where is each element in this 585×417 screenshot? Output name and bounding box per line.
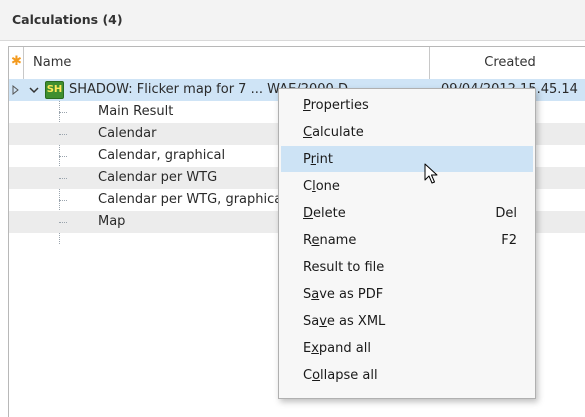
menu-item-label: Save as PDF (303, 287, 384, 302)
menu-item-print[interactable]: Print (281, 146, 533, 172)
grid-header: ✱ Name Created (9, 47, 585, 80)
tree-guide-line (59, 112, 67, 113)
menu-item-calculate[interactable]: Calculate (281, 119, 533, 145)
context-menu[interactable]: Properties Calculate Print Clone Delete … (278, 88, 536, 399)
menu-item-delete[interactable]: Delete Del (281, 200, 533, 226)
menu-item-label: Print (303, 152, 333, 167)
menu-item-label: Rename (303, 233, 357, 248)
menu-item-label: Delete (303, 206, 346, 221)
menu-item-label: Clone (303, 179, 340, 194)
menu-item-shortcut: F2 (501, 233, 517, 248)
menu-item-result-to-file[interactable]: Result to file (281, 254, 533, 280)
row-label: Calendar (98, 126, 157, 141)
panel-title: Calculations (4) (12, 12, 123, 27)
mouse-pointer-icon (424, 163, 438, 184)
menu-item-label: Save as XML (303, 314, 386, 329)
row-label: Main Result (98, 104, 174, 119)
row-label: Map (98, 214, 126, 229)
row-label: Calendar, graphical (98, 148, 226, 163)
column-header-name[interactable]: Name (33, 55, 71, 70)
tree-guide-line (59, 222, 67, 223)
menu-item-label: Result to file (303, 260, 385, 275)
row-label: Calendar per WTG (98, 170, 218, 185)
shadow-calculation-icon: SH (45, 81, 64, 99)
menu-item-properties[interactable]: Properties (281, 92, 533, 118)
tree-guide-line (59, 200, 67, 201)
menu-item-clone[interactable]: Clone (281, 173, 533, 199)
menu-item-label: Expand all (303, 341, 371, 356)
expand-arrow-icon[interactable] (11, 85, 21, 95)
tree-guide-line (59, 178, 67, 179)
tree-guide-line (59, 134, 67, 135)
column-divider (23, 47, 24, 79)
menu-item-label: Properties (303, 98, 369, 113)
menu-item-expand-all[interactable]: Expand all (281, 335, 533, 361)
row-label: Calendar per WTG, graphical (98, 192, 286, 207)
column-header-created[interactable]: Created (429, 55, 585, 70)
menu-item-save-as-pdf[interactable]: Save as PDF (281, 281, 533, 307)
tree-guide-line (59, 156, 67, 157)
menu-item-shortcut: Del (495, 206, 517, 221)
menu-item-label: Calculate (303, 125, 364, 140)
menu-item-save-as-xml[interactable]: Save as XML (281, 308, 533, 334)
menu-item-label: Collapse all (303, 368, 378, 383)
menu-item-collapse-all[interactable]: Collapse all (281, 362, 533, 388)
star-icon: ✱ (11, 54, 22, 69)
chevron-down-icon[interactable] (28, 84, 40, 96)
menu-item-rename[interactable]: Rename F2 (281, 227, 533, 253)
panel-header: Calculations (4) (0, 0, 585, 41)
